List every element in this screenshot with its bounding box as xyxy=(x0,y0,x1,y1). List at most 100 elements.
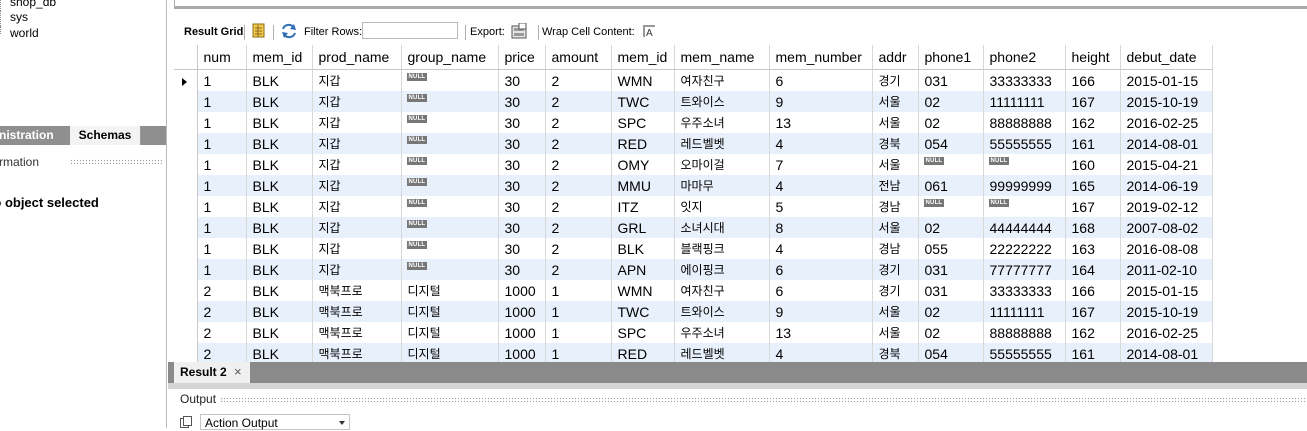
table-row[interactable]: 2 BLK 맥북프로 디지털 1000 1 WMN 여자친구 6 경기 031 33333333 166… xyxy=(174,280,1213,301)
table-cell[interactable]: 55555555 xyxy=(983,343,1066,362)
table-cell[interactable]: 2014-06-19 xyxy=(1120,175,1213,196)
table-cell[interactable]: ITZ xyxy=(611,196,675,217)
table-cell[interactable]: 2 xyxy=(545,133,612,154)
table-cell[interactable]: 에이핑크 xyxy=(674,259,770,280)
table-cell[interactable]: 4 xyxy=(769,238,873,259)
column-header[interactable]: mem_name xyxy=(674,45,770,70)
table-cell[interactable]: NULL xyxy=(918,196,984,217)
table-cell[interactable]: 지갑 xyxy=(312,217,402,238)
table-cell[interactable]: 1000 xyxy=(498,343,546,362)
column-header[interactable]: phone1 xyxy=(918,45,984,70)
table-cell[interactable]: 77777777 xyxy=(983,259,1066,280)
table-cell[interactable]: 167 xyxy=(1065,196,1121,217)
result-grid-label[interactable]: Result Grid xyxy=(184,20,243,44)
table-cell[interactable]: 13 xyxy=(769,322,873,343)
table-cell[interactable]: BLK xyxy=(246,322,313,343)
table-cell[interactable]: 지갑 xyxy=(312,69,402,91)
table-cell[interactable]: TWC xyxy=(611,91,675,112)
table-cell[interactable]: NULL xyxy=(983,154,1066,175)
table-cell[interactable]: 2 xyxy=(545,259,612,280)
row-header[interactable] xyxy=(174,154,198,175)
table-cell[interactable]: BLK xyxy=(246,112,313,133)
table-cell[interactable]: 7 xyxy=(769,154,873,175)
table-cell[interactable]: 031 xyxy=(918,69,984,91)
table-cell[interactable]: 164 xyxy=(1065,259,1121,280)
table-cell[interactable]: 167 xyxy=(1065,301,1121,322)
table-cell[interactable]: 지갑 xyxy=(312,196,402,217)
table-cell[interactable]: 2 xyxy=(197,322,247,343)
tab-schemas[interactable]: Schemas xyxy=(70,126,141,145)
table-cell[interactable]: 지갑 xyxy=(312,112,402,133)
table-cell[interactable]: 여자친구 xyxy=(674,280,770,301)
row-header[interactable] xyxy=(174,301,198,322)
filter-rows-input[interactable] xyxy=(362,22,458,39)
table-cell[interactable]: 경기 xyxy=(872,259,919,280)
table-cell[interactable]: 오마이걸 xyxy=(674,154,770,175)
table-cell[interactable]: 6 xyxy=(769,259,873,280)
table-cell[interactable]: 지갑 xyxy=(312,91,402,112)
table-cell[interactable]: 162 xyxy=(1065,112,1121,133)
table-row[interactable]: 2 BLK 맥북프로 디지털 1000 1 SPC 우주소녀 13 서울 02 88888888 162… xyxy=(174,322,1213,343)
table-cell[interactable]: 161 xyxy=(1065,133,1121,154)
table-cell[interactable]: BLK xyxy=(246,91,313,112)
column-header[interactable]: addr xyxy=(872,45,919,70)
table-row[interactable]: 1 BLK 지갑 NULL 30 2 APN 에이핑크 6 경기 031 77777777 164 201… xyxy=(174,259,1213,280)
column-header[interactable]: height xyxy=(1065,45,1121,70)
table-cell[interactable]: 2015-01-15 xyxy=(1120,280,1213,301)
table-cell[interactable]: NULL xyxy=(401,69,499,91)
column-header[interactable]: phone2 xyxy=(983,45,1066,70)
table-cell[interactable]: BLK xyxy=(246,259,313,280)
table-cell[interactable]: 서울 xyxy=(872,322,919,343)
table-row[interactable]: 1 BLK 지갑 NULL 30 2 MMU 마마무 4 전남 061 99999999 165 2014… xyxy=(174,175,1213,196)
table-cell[interactable]: 디지털 xyxy=(401,301,499,322)
table-row[interactable]: 1 BLK 지갑 NULL 30 2 SPC 우주소녀 13 서울 02 88888888 162 201… xyxy=(174,112,1213,133)
column-header[interactable]: prod_name xyxy=(312,45,402,70)
table-cell[interactable]: 경북 xyxy=(872,133,919,154)
table-cell[interactable]: 지갑 xyxy=(312,238,402,259)
table-cell[interactable]: SPC xyxy=(611,112,675,133)
table-cell[interactable]: 161 xyxy=(1065,343,1121,362)
table-cell[interactable]: 054 xyxy=(918,133,984,154)
table-cell[interactable]: 33333333 xyxy=(983,280,1066,301)
table-cell[interactable]: RED xyxy=(611,343,675,362)
table-cell[interactable]: 잇지 xyxy=(674,196,770,217)
table-cell[interactable]: 061 xyxy=(918,175,984,196)
table-cell[interactable]: NULL xyxy=(401,112,499,133)
table-cell[interactable]: 02 xyxy=(918,112,984,133)
table-cell[interactable]: 여자친구 xyxy=(674,69,770,91)
table-cell[interactable]: 2015-01-15 xyxy=(1120,69,1213,91)
table-cell[interactable]: 162 xyxy=(1065,322,1121,343)
table-cell[interactable]: 30 xyxy=(498,238,546,259)
table-cell[interactable]: 2 xyxy=(545,91,612,112)
row-header[interactable] xyxy=(174,69,198,91)
table-cell[interactable]: 166 xyxy=(1065,69,1121,91)
table-cell[interactable]: 4 xyxy=(769,133,873,154)
table-cell[interactable]: 1000 xyxy=(498,322,546,343)
export-icon[interactable] xyxy=(511,22,527,39)
table-cell[interactable]: 2 xyxy=(197,301,247,322)
table-cell[interactable]: 4 xyxy=(769,175,873,196)
table-cell[interactable]: 맥북프로 xyxy=(312,301,402,322)
result-grid[interactable]: num mem_id prod_name group_name price amount m… xyxy=(174,45,1307,362)
table-cell[interactable]: 1 xyxy=(197,238,247,259)
table-cell[interactable]: 2 xyxy=(545,175,612,196)
table-cell[interactable]: NULL xyxy=(983,196,1066,217)
table-cell[interactable]: 트와이스 xyxy=(674,91,770,112)
table-cell[interactable]: 경남 xyxy=(872,238,919,259)
table-cell[interactable]: GRL xyxy=(611,217,675,238)
table-cell[interactable]: BLK xyxy=(246,175,313,196)
table-row[interactable]: 1 BLK 지갑 NULL 30 2 GRL 소녀시대 8 서울 02 44444444 168 2007… xyxy=(174,217,1213,238)
table-cell[interactable]: 2016-02-25 xyxy=(1120,112,1213,133)
table-cell[interactable]: 1 xyxy=(197,259,247,280)
table-row[interactable]: 2 BLK 맥북프로 디지털 1000 1 TWC 트와이스 9 서울 02 11111111 167 2… xyxy=(174,301,1213,322)
table-cell[interactable]: BLK xyxy=(246,217,313,238)
row-header[interactable] xyxy=(174,196,198,217)
column-header[interactable]: group_name xyxy=(401,45,499,70)
column-header[interactable]: num xyxy=(197,45,247,70)
table-cell[interactable]: 02 xyxy=(918,91,984,112)
table-cell[interactable]: 30 xyxy=(498,175,546,196)
table-row[interactable]: 1 BLK 지갑 NULL 30 2 RED 레드벨벳 4 경북 054 55555555 161 201… xyxy=(174,133,1213,154)
table-cell[interactable]: NULL xyxy=(918,154,984,175)
table-cell[interactable]: 11111111 xyxy=(983,301,1066,322)
table-cell[interactable]: 지갑 xyxy=(312,133,402,154)
